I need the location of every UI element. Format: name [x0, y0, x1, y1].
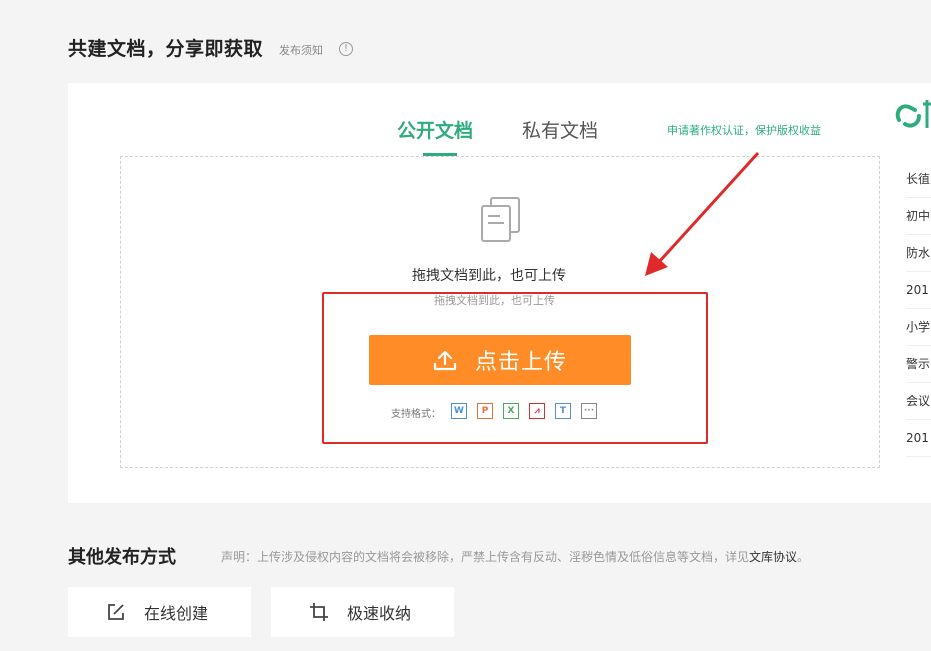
quick-collect-button[interactable]: 极速收纳	[271, 587, 454, 637]
side-doc-list: 长徝 初中 防水 201 小学 警示 会议 201	[906, 161, 931, 457]
txt-format-icon: T	[555, 403, 571, 419]
ppt-format-icon: P	[477, 403, 493, 419]
more-formats-icon: ···	[581, 403, 597, 419]
info-circle-icon[interactable]: !	[339, 42, 353, 56]
side-list-item[interactable]: 警示	[906, 346, 931, 383]
formats-label: 支持格式：	[391, 409, 441, 420]
statement-end: 。	[797, 550, 810, 564]
side-list-item[interactable]: 201	[906, 420, 931, 457]
excel-format-icon: X	[503, 403, 519, 419]
side-list-item[interactable]: 会议	[906, 383, 931, 420]
library-agreement-link[interactable]: 文库协议	[749, 550, 797, 564]
documents-icon	[481, 197, 520, 242]
quick-collect-label: 极速收纳	[347, 604, 412, 623]
online-create-button[interactable]: 在线创建	[68, 587, 251, 637]
publish-note-link[interactable]: 发布须知	[279, 42, 323, 58]
tab-private-docs[interactable]: 私有文档	[522, 116, 598, 143]
upload-icon	[433, 350, 457, 371]
side-list-item[interactable]: 长徝	[906, 161, 931, 198]
side-list-item[interactable]: 初中	[906, 198, 931, 235]
tab-public-docs[interactable]: 公开文档	[397, 116, 473, 143]
page-title: 共建文档，分享即获取	[68, 38, 264, 60]
brand-logo-icon	[895, 100, 931, 128]
side-list-item[interactable]: 防水	[906, 235, 931, 272]
publish-statement: 声明：上传涉及侵权内容的文档将会被移除，严禁上传含有反动、淫秽色情及低俗信息等文…	[221, 548, 809, 565]
crop-icon	[310, 603, 328, 621]
other-methods-title: 其他发布方式	[68, 547, 176, 568]
drag-hint-text: 拖拽文档到此，也可上传	[412, 268, 566, 284]
copyright-cert-link[interactable]: 申请著作权认证，保护版权收益	[667, 122, 821, 138]
statement-text: 声明：上传涉及侵权内容的文档将会被移除，严禁上传含有反动、淫秽色情及低俗信息等文…	[221, 550, 750, 564]
upload-button-label: 点击上传	[474, 350, 567, 375]
pdf-format-icon: ⩘	[529, 403, 545, 419]
side-list-item[interactable]: 201	[906, 272, 931, 309]
side-list-item[interactable]: 小学	[906, 309, 931, 346]
upload-button[interactable]: 点击上传	[369, 335, 631, 385]
online-create-label: 在线创建	[144, 604, 209, 623]
word-format-icon: W	[451, 403, 467, 419]
edit-icon	[108, 604, 124, 620]
